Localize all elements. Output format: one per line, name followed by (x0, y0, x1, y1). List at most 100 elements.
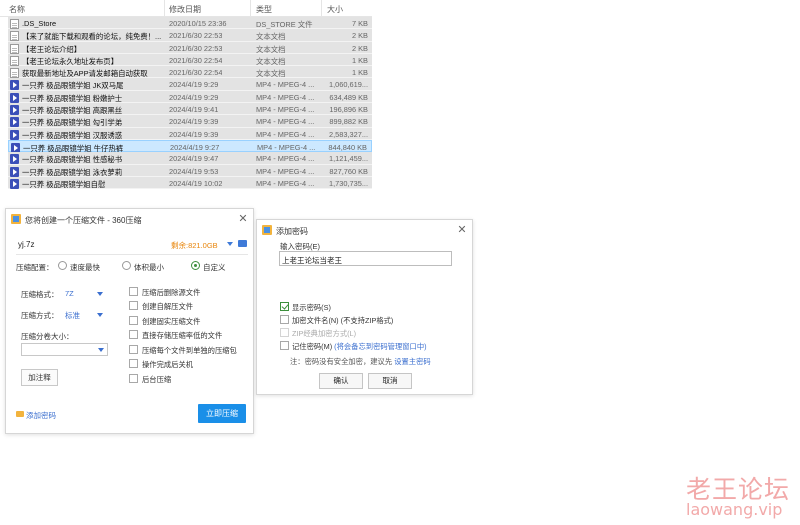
file-type: MP4 - MPEG-4 ... (256, 117, 315, 127)
file-date: 2024/4/19 9:27 (170, 142, 220, 152)
file-date: 2024/4/19 10:02 (169, 178, 223, 188)
file-size: 2,583,327... (328, 129, 368, 139)
checkbox-icon[interactable] (129, 330, 138, 339)
zip-classic-label: ZIP经典加密方式(L) (292, 329, 357, 338)
file-name: .DS_Store (22, 19, 57, 28)
option-label: 操作完成后关机 (142, 360, 194, 369)
video-file-icon (10, 166, 19, 177)
checkbox-icon[interactable] (129, 359, 138, 368)
file-type: MP4 - MPEG-4 ... (256, 154, 315, 164)
file-date: 2021/6/30 22:53 (169, 31, 223, 41)
file-date: 2024/4/19 9:29 (169, 92, 219, 102)
checkbox-disabled-icon (280, 328, 289, 337)
volume-size-input[interactable] (21, 343, 108, 356)
checkbox-icon[interactable] (129, 374, 138, 383)
document-icon (10, 68, 19, 79)
set-master-password-link[interactable]: 设置主密码 (394, 357, 430, 366)
radio-checked-icon[interactable] (191, 261, 200, 270)
archive-app-icon (11, 214, 21, 224)
option-label: 创建自解压文件 (142, 302, 194, 311)
file-row[interactable]: 一只养 极品眼镜学姐 粉嫩护士 2024/4/19 9:29 MP4 - MPEG-… (8, 90, 372, 104)
checkbox-icon[interactable] (129, 345, 138, 354)
checkbox-icon[interactable] (129, 316, 138, 325)
file-list-header: 名称 修改日期 类型 大小 (0, 0, 372, 17)
add-note-button[interactable]: 加注释 (21, 369, 58, 386)
chevron-down-icon[interactable] (97, 292, 103, 296)
file-row[interactable]: 【老王论坛介绍】 2021/6/30 22:53 文本文档 2 KB (8, 41, 372, 54)
file-list: 名称 修改日期 类型 大小 .DS_Store 2020/10/15 23:36 D… (0, 0, 372, 199)
close-icon[interactable]: ✕ (456, 224, 468, 236)
video-file-icon (10, 105, 19, 116)
remember-password-label: 记住密码(M) (将会备忘到密码管理窗口中) (292, 342, 427, 352)
checkbox-icon[interactable] (129, 301, 138, 310)
file-row[interactable]: 获取最新地址及APP请发邮箱自动获取 2021/6/30 22:54 文本文档 1 K… (8, 66, 372, 79)
file-row[interactable]: 一只养 极品眼镜学姐 泳衣萝莉 2024/4/19 9:53 MP4 - MPEG-… (8, 164, 372, 177)
file-row[interactable]: 一只养 极品眼镜学姐自慰 2024/4/19 10:02 MP4 - MPEG-4 … (8, 176, 372, 190)
document-icon (10, 19, 19, 29)
chevron-down-icon[interactable] (226, 240, 234, 248)
file-row[interactable]: 一只养 极品眼镜学姐 勾引学弟 2024/4/19 9:39 MP4 - MPEG-… (8, 115, 372, 128)
file-row[interactable]: 一只养 极品眼镜学姐 牛仔热裤 2024/4/19 9:27 MP4 - MPEG-… (8, 139, 372, 153)
file-type: MP4 - MPEG-4 ... (257, 142, 316, 152)
document-icon (10, 43, 19, 54)
archive-path-field[interactable]: yj.7z 剩余:821.0GB (16, 235, 248, 255)
file-date: 2024/4/19 9:53 (169, 166, 219, 176)
chevron-down-icon[interactable] (97, 313, 103, 317)
cancel-button[interactable]: 取消 (368, 373, 412, 389)
file-date: 2024/4/19 9:41 (169, 105, 219, 115)
file-date: 2024/4/19 9:39 (169, 117, 219, 127)
file-row[interactable]: 一只养 极品眼镜学姐 高跟黑丝 2024/4/19 9:41 MP4 - MPEG-… (8, 103, 372, 116)
add-password-label[interactable]: 添加密码 (26, 410, 56, 421)
file-row[interactable]: 【老王论坛永久地址发布页】 2021/6/30 22:54 文本文档 1 KB (8, 53, 372, 67)
compress-now-button[interactable]: 立即压缩 (198, 404, 246, 423)
file-row[interactable]: 一只养 极品眼镜学姐 汉服诱惑 2024/4/19 9:39 MP4 - MPEG-… (8, 127, 372, 140)
file-row[interactable]: 【来了就能下载和观看的论坛，纯免费！... 2021/6/30 22:53 文本文档… (8, 29, 372, 42)
file-date: 2021/6/30 22:54 (169, 55, 223, 65)
column-name[interactable]: 名称 (9, 4, 25, 15)
file-type: MP4 - MPEG-4 ... (256, 166, 315, 176)
radio-icon[interactable] (58, 261, 67, 270)
file-type: MP4 - MPEG-4 ... (256, 129, 315, 139)
archive-dialog-titlebar: 您将创建一个压缩文件 - 360压缩 ✕ (6, 209, 253, 229)
password-input[interactable]: 上老王论坛当老王 (279, 251, 452, 266)
checkbox-checked-icon[interactable] (280, 302, 289, 311)
column-date[interactable]: 修改日期 (169, 4, 201, 15)
password-value[interactable]: 上老王论坛当老王 (282, 255, 342, 266)
file-row[interactable]: 一只养 极品眼镜学姐 性感秘书 2024/4/19 9:47 MP4 - MPEG-… (8, 152, 372, 165)
show-password-label: 显示密码(S) (292, 303, 331, 312)
file-row[interactable]: .DS_Store 2020/10/15 23:36 DS_STORE 文件 7 KB (8, 17, 372, 30)
file-row[interactable]: 一只养 极品眼镜学姐 JK双马尾 2024/4/19 9:29 MP4 - MPEG… (8, 78, 372, 91)
file-size: 2 KB (351, 31, 368, 41)
file-size: 1 KB (351, 68, 368, 78)
confirm-button[interactable]: 确认 (319, 373, 363, 389)
checkbox-icon[interactable] (129, 287, 138, 296)
file-date: 2024/4/19 9:29 (169, 80, 219, 90)
remember-password-text: 记住密码(M) (292, 342, 335, 351)
close-icon[interactable]: ✕ (237, 213, 249, 225)
file-type: MP4 - MPEG-4 ... (256, 105, 315, 115)
file-size: 196,896 KB (329, 105, 368, 115)
password-app-icon (262, 225, 272, 235)
document-icon (10, 55, 19, 66)
checkbox-icon[interactable] (280, 315, 289, 324)
option-label: 创建固实压缩文件 (142, 317, 201, 326)
method-select[interactable]: 标准 (65, 310, 80, 321)
video-file-icon (10, 92, 19, 103)
column-type[interactable]: 类型 (256, 4, 272, 15)
file-size: 844,840 KB (328, 142, 367, 152)
watermark-en: laowang.vip (686, 500, 783, 519)
volume-size-label: 压缩分卷大小： (21, 332, 74, 341)
file-name: 一只养 极品眼镜学姐自慰 (22, 179, 106, 189)
video-file-icon (10, 178, 19, 189)
folder-icon[interactable] (238, 240, 247, 247)
file-rows: .DS_Store 2020/10/15 23:36 DS_STORE 文件 7 KB… (8, 17, 372, 190)
radio-icon[interactable] (122, 261, 131, 270)
file-size: 634,489 KB (329, 92, 368, 102)
method-label: 压缩方式： (21, 311, 59, 320)
checkbox-icon[interactable] (280, 341, 289, 350)
option-label: 直接存储压缩率低的文件 (142, 331, 223, 340)
format-select[interactable]: 7Z (65, 289, 74, 298)
radio-custom-label: 自定义 (203, 263, 226, 272)
archive-path[interactable]: yj.7z (18, 240, 34, 249)
column-size[interactable]: 大小 (327, 4, 343, 15)
